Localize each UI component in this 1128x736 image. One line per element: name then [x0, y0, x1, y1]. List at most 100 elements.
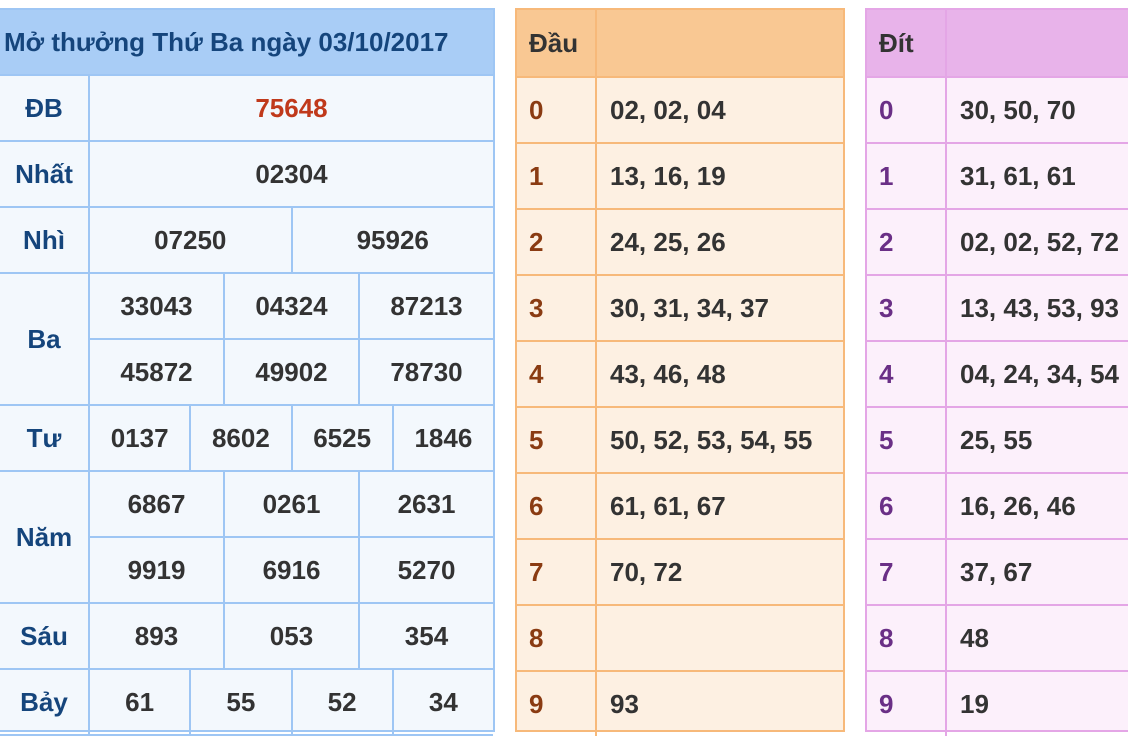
special-prize-number: 75648	[255, 92, 328, 123]
prize-numbers: 07250 95926	[90, 208, 493, 272]
dau-row: 2 24, 25, 26	[517, 208, 843, 274]
prize-label: Sáu	[0, 604, 90, 668]
dit-values: 48	[960, 622, 989, 653]
prize-number: 95926	[290, 208, 494, 272]
prize-line: 9919 6916 5270	[90, 536, 493, 602]
prize-line: 02304	[90, 142, 493, 206]
prize-row: Ba 33043 04324 87213 45872 49902 78730	[0, 274, 493, 406]
dau-digit: 4	[517, 342, 597, 406]
prize-number: 33043	[120, 290, 193, 321]
dit-values: 25, 55	[960, 424, 1033, 455]
prize-label: ĐB	[0, 76, 90, 140]
prize-numbers: 6867 0261 2631 9919 6916 5270	[90, 472, 493, 602]
prize-line: 07250 95926	[90, 208, 493, 272]
dit-digit: 3	[867, 276, 947, 340]
dau-digit: 2	[517, 210, 597, 274]
prize-number: 9919	[127, 554, 186, 585]
dit-digit: 6	[867, 474, 947, 538]
dau-values	[597, 606, 843, 670]
dit-header: Đít	[867, 10, 947, 76]
dau-digit: 1	[517, 144, 597, 208]
results-title: Mở thưởng Thứ Ba ngày 03/10/2017	[0, 10, 493, 76]
dit-values: 04, 24, 34, 54	[960, 358, 1120, 389]
prize-number: 04324	[223, 274, 358, 338]
prize-label: Ba	[0, 274, 90, 404]
dit-digit: 7	[867, 540, 947, 604]
prize-number: 0137	[110, 422, 169, 453]
dit-digit: 1	[867, 144, 947, 208]
dit-header-blank	[947, 10, 1128, 76]
prize-number: 49902	[223, 340, 358, 404]
dau-digit: 3	[517, 276, 597, 340]
prize-row: ĐB 75648	[0, 76, 493, 142]
prize-line: 75648	[90, 76, 493, 140]
dit-row: 4 04, 24, 34, 54	[867, 340, 1128, 406]
results-table: Mở thưởng Thứ Ba ngày 03/10/2017 ĐB 75648…	[0, 8, 495, 736]
prize-number: 55	[189, 670, 290, 734]
dit-row: 3 13, 43, 53, 93	[867, 274, 1128, 340]
dit-values: 30, 50, 70	[960, 94, 1076, 125]
dau-row: 8	[517, 604, 843, 670]
prize-number: 07250	[154, 224, 227, 255]
prize-number: 34	[391, 670, 493, 734]
prize-number: 02304	[255, 158, 328, 189]
dit-row: 5 25, 55	[867, 406, 1128, 472]
prize-row: Nhì 07250 95926	[0, 208, 493, 274]
dau-digit: 8	[517, 606, 597, 670]
prize-number: 52	[290, 670, 392, 734]
dit-row: 6 16, 26, 46	[867, 472, 1128, 538]
dit-digit: 0	[867, 78, 947, 142]
dau-digit: 5	[517, 408, 597, 472]
prize-numbers: 61 55 52 34	[90, 670, 493, 734]
dau-digit: 6	[517, 474, 597, 538]
prize-row: Sáu 893 053 354	[0, 604, 493, 670]
dau-values: 43, 46, 48	[610, 358, 726, 389]
dau-values: 24, 25, 26	[610, 226, 726, 257]
prize-number: 87213	[358, 274, 493, 338]
dau-digit: 9	[517, 672, 597, 736]
dit-values: 13, 43, 53, 93	[960, 292, 1120, 323]
dit-row: 8 48	[867, 604, 1128, 670]
prize-number: 2631	[358, 472, 493, 536]
prize-label: Bảy	[0, 670, 90, 734]
prize-rows: ĐB 75648 Nhất 02304 Nhì 07250 95926 Ba 33043 0432…	[0, 76, 493, 736]
prize-number: 6525	[290, 406, 392, 470]
dau-values: 50, 52, 53, 54, 55	[610, 424, 813, 455]
prize-numbers: 0137 8602 6525 1846	[90, 406, 493, 470]
prize-label: Nhất	[0, 142, 90, 206]
prize-number: 8602	[189, 406, 290, 470]
dit-values: 31, 61, 61	[960, 160, 1076, 191]
dit-row: 0 30, 50, 70	[867, 76, 1128, 142]
dau-digit: 7	[517, 540, 597, 604]
dau-row: 1 13, 16, 19	[517, 142, 843, 208]
dit-digit: 9	[867, 672, 947, 736]
dau-row: 6 61, 61, 67	[517, 472, 843, 538]
prize-line: 893 053 354	[90, 604, 493, 668]
prize-row: Nhất 02304	[0, 142, 493, 208]
prize-label: Nhì	[0, 208, 90, 272]
prize-line: 6867 0261 2631	[90, 472, 493, 536]
dit-values: 19	[960, 688, 989, 719]
dit-digit: 4	[867, 342, 947, 406]
dau-digit: 0	[517, 78, 597, 142]
prize-numbers: 02304	[90, 142, 493, 206]
prize-number: 61	[125, 686, 155, 717]
dit-row: 7 37, 67	[867, 538, 1128, 604]
prize-line: 61 55 52 34	[90, 670, 493, 734]
prize-number: 0261	[223, 472, 358, 536]
dau-table: Đầu 0 02, 02, 04 1 13, 16, 19 2 24, 25, 26 3 30…	[515, 8, 845, 736]
dau-row: 7 70, 72	[517, 538, 843, 604]
prize-number: 6916	[223, 538, 358, 602]
dau-values: 70, 72	[610, 556, 683, 587]
dau-values: 13, 16, 19	[610, 160, 726, 191]
prize-numbers: 75648	[90, 76, 493, 140]
prize-label: Tư	[0, 406, 90, 470]
dit-values: 02, 02, 52, 72	[960, 226, 1120, 257]
prize-number: 5270	[358, 538, 493, 602]
prize-line: 45872 49902 78730	[90, 338, 493, 404]
dit-row: 2 02, 02, 52, 72	[867, 208, 1128, 274]
dau-values: 93	[610, 688, 639, 719]
prize-number: 1846	[391, 406, 493, 470]
dau-values: 61, 61, 67	[610, 490, 726, 521]
dit-rows: 0 30, 50, 70 1 31, 61, 61 2 02, 02, 52, 72 3 13…	[867, 76, 1128, 736]
